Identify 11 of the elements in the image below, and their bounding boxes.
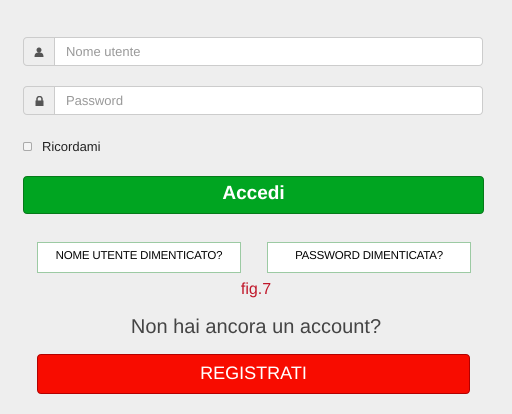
input-field[interactable]: Nome utente (55, 37, 483, 66)
input-field[interactable]: Password (55, 86, 483, 115)
signup-button[interactable]: REGISTRATI (37, 354, 470, 394)
forgot-button[interactable]: PASSWORD DIMENTICATA? (267, 242, 471, 272)
figure-caption: fig.7 (240, 280, 272, 300)
checkbox-label: Ricordami (42, 138, 101, 156)
forgot-button[interactable]: NOME UTENTE DIMENTICATO? (37, 242, 241, 272)
signup-prompt: Non hai ancora un account? (130, 314, 382, 340)
checkbox[interactable] (23, 142, 32, 152)
lock-icon (34, 96, 44, 106)
user-icon (34, 46, 44, 56)
